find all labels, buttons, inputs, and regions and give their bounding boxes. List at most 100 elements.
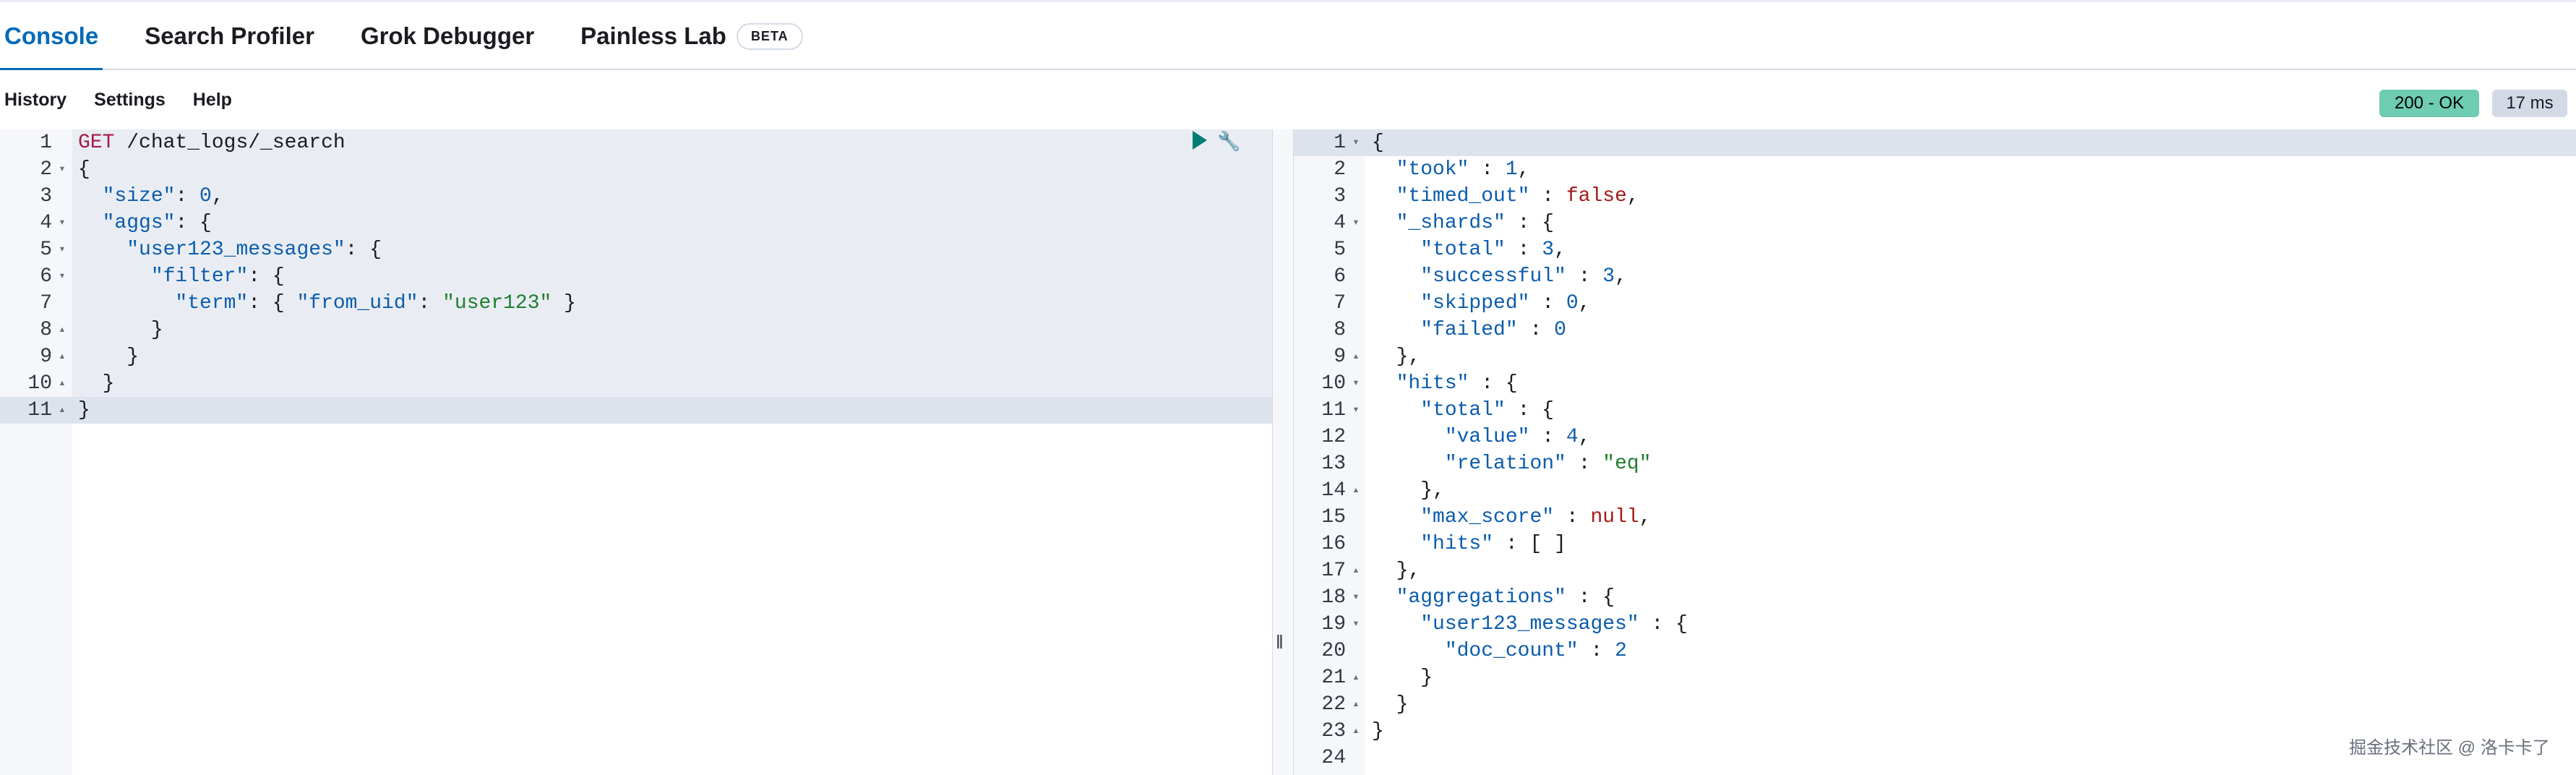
- code-text: }: [1372, 693, 1409, 716]
- code-text: "hits" : [ ]: [1420, 533, 1566, 555]
- code-line: 8 ▴ }: [0, 317, 1272, 343]
- code-line: 4 ▾ "aggs": {: [0, 210, 1272, 236]
- response-viewer[interactable]: 1 ▾{2 "took" : 1, 3 "timed_out" : false, 4 ▾…: [1294, 129, 2576, 775]
- code-line: 19 ▾ "user123_messages" : {: [1294, 611, 2576, 638]
- tab-grok-debugger[interactable]: Grok Debugger: [361, 2, 534, 70]
- code-text: }: [78, 399, 90, 421]
- code-text: }: [1372, 720, 1384, 742]
- code-text: "took" : 1,: [1396, 158, 1530, 181]
- play-icon[interactable]: [1193, 131, 1207, 150]
- code-text: "successful" : 3,: [1420, 265, 1627, 288]
- fold-toggle-icon[interactable]: ▴: [56, 397, 68, 424]
- tab-painless-lab-label: Painless Lab: [580, 22, 726, 49]
- help-link[interactable]: Help: [193, 90, 232, 111]
- line-number: 3: [1334, 185, 1346, 207]
- fold-toggle-icon[interactable]: ▴: [1350, 691, 1362, 718]
- line-number: 4: [1334, 212, 1346, 234]
- line-number: 22: [1321, 693, 1346, 716]
- fold-toggle-icon[interactable]: ▾: [1350, 584, 1362, 611]
- history-link[interactable]: History: [4, 90, 66, 111]
- fold-toggle-icon[interactable]: ▴: [1350, 343, 1362, 370]
- code-text: {: [1372, 132, 1384, 154]
- request-editor[interactable]: 1 GET /chat_logs/_search 2 ▾{3 "size": 0, 4 ▾…: [0, 129, 1272, 775]
- code-text: },: [1372, 560, 1421, 582]
- pane-resizer[interactable]: [1272, 129, 1294, 775]
- code-text: {: [78, 158, 90, 181]
- settings-link[interactable]: Settings: [94, 90, 166, 111]
- fold-toggle-icon[interactable]: ▾: [56, 263, 68, 290]
- fold-toggle-icon[interactable]: ▾: [56, 236, 68, 263]
- fold-toggle-icon[interactable]: ▾: [56, 156, 68, 183]
- top-tab-bar: Console Search Profiler Grok Debugger Pa…: [0, 0, 2576, 72]
- line-number: 5: [1334, 239, 1346, 261]
- code-text: },: [1372, 346, 1421, 368]
- resize-handle-icon[interactable]: ‖: [1276, 631, 1284, 654]
- fold-toggle-icon[interactable]: ▴: [56, 370, 68, 397]
- fold-toggle-icon[interactable]: ▾: [1350, 129, 1362, 156]
- fold-toggle-icon[interactable]: ▾: [56, 210, 68, 236]
- code-line: 7 "term": { "from_uid": "user123" }: [0, 290, 1272, 317]
- console-menu: History Settings Help: [4, 70, 259, 129]
- code-line: 6 ▾ "filter": {: [0, 263, 1272, 290]
- code-text: }: [78, 346, 139, 368]
- code-line: 13 "relation" : "eq": [1294, 450, 2576, 477]
- code-line: 14 ▴ },: [1294, 477, 2576, 504]
- line-number: 15: [1321, 506, 1346, 528]
- fold-toggle-icon[interactable]: ▴: [56, 343, 68, 370]
- line-number: 20: [1321, 640, 1346, 662]
- line-number: 11: [27, 399, 52, 421]
- code-text: "total" : 3,: [1420, 239, 1566, 261]
- line-number: 21: [1321, 667, 1346, 689]
- code-line: 4 ▾ "_shards" : {: [1294, 210, 2576, 236]
- line-number: 6: [40, 265, 52, 288]
- tab-console[interactable]: Console: [0, 2, 103, 72]
- code-text: "user123_messages": {: [126, 239, 382, 261]
- console-toolbar: History Settings Help: [0, 70, 2576, 129]
- line-number: 4: [40, 212, 52, 234]
- line-number: 19: [1321, 613, 1346, 635]
- line-number: 9: [1334, 346, 1346, 368]
- code-text: }: [78, 319, 163, 341]
- code-text: "hits" : {: [1396, 372, 1518, 395]
- line-number: 14: [1321, 479, 1346, 502]
- line-number: 12: [1321, 426, 1346, 448]
- fold-toggle-icon[interactable]: ▴: [56, 317, 68, 343]
- wrench-icon[interactable]: 🔧: [1217, 131, 1240, 151]
- request-time-badge: 17 ms: [2492, 90, 2567, 117]
- line-number: 23: [1321, 720, 1346, 742]
- code-text: "doc_count" : 2: [1444, 640, 1627, 662]
- fold-toggle-icon[interactable]: ▾: [1350, 397, 1362, 424]
- code-text: }: [1372, 667, 1433, 689]
- line-number: 1: [1334, 132, 1346, 154]
- code-line: 12 "value" : 4,: [1294, 424, 2576, 450]
- fold-toggle-icon[interactable]: ▴: [1350, 557, 1362, 584]
- line-number: 6: [1334, 265, 1346, 288]
- line-number: 10: [27, 372, 52, 395]
- line-number: 10: [1321, 372, 1346, 395]
- tab-painless-lab[interactable]: Painless Lab BETA: [580, 2, 803, 70]
- code-line: 16 "hits" : [ ]: [1294, 531, 2576, 557]
- beta-badge: BETA: [736, 22, 803, 50]
- code-line: 11 ▴}: [0, 397, 1272, 424]
- fold-toggle-icon[interactable]: ▴: [1350, 477, 1362, 504]
- line-number: 24: [1321, 747, 1346, 769]
- code-line: 1 ▾ {: [1294, 129, 2576, 156]
- fold-toggle-icon[interactable]: ▴: [1350, 718, 1362, 745]
- code-line: 5 ▾ "user123_messages": {: [0, 236, 1272, 263]
- code-text: "_shards" : {: [1396, 212, 1555, 234]
- code-text: "skipped" : 0,: [1420, 292, 1591, 314]
- code-line: 3 "size": 0,: [0, 183, 1272, 210]
- line-number: 13: [1321, 453, 1346, 475]
- code-line: 9 ▴ },: [1294, 343, 2576, 370]
- line-number: 9: [40, 346, 52, 368]
- code-text: "value" : 4,: [1444, 426, 1591, 448]
- code-text: "term": { "from_uid": "user123" }: [175, 292, 576, 314]
- code-line: 20 "doc_count" : 2: [1294, 638, 2576, 664]
- fold-toggle-icon[interactable]: ▾: [1350, 611, 1362, 638]
- code-text: "max_score" : null,: [1420, 506, 1652, 528]
- fold-toggle-icon[interactable]: ▴: [1350, 664, 1362, 691]
- tab-list: Console Search Profiler Grok Debugger Pa…: [0, 2, 849, 72]
- tab-search-profiler[interactable]: Search Profiler: [145, 2, 314, 70]
- fold-toggle-icon[interactable]: ▾: [1350, 370, 1362, 397]
- fold-toggle-icon[interactable]: ▾: [1350, 210, 1362, 236]
